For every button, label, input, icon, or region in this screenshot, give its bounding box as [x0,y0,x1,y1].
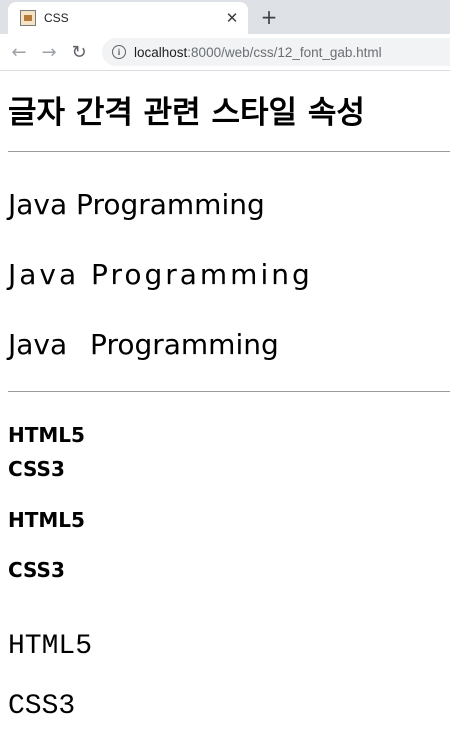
forward-button[interactable]: → [34,42,64,63]
new-tab-button[interactable]: + [255,5,283,31]
close-tab-icon[interactable]: ✕ [220,9,244,27]
url-text[interactable]: localhost:8000/web/css/12_font_gab.html [134,45,382,60]
browser-toolbar: ← → ↻ i localhost:8000/web/css/12_font_g… [0,34,450,71]
browser-tab[interactable]: CSS ✕ [8,2,248,34]
tab-title: CSS [44,11,69,25]
line-height-block: HTML5 CSS3 [8,418,450,486]
url-host: localhost [134,44,188,60]
info-icon[interactable]: i [112,45,126,59]
css3-text-tight: CSS3 [8,457,65,481]
favicon-icon [20,10,36,26]
divider-top [8,151,450,152]
tab-strip: CSS ✕ + [0,0,450,34]
java-line-letter-spacing: Java Programming [8,258,313,291]
reload-button[interactable]: ↻ [64,42,94,63]
css3-text-spaced: CSS3 [8,558,65,582]
java-line-word-spacing: Java Programming [8,328,279,361]
address-bar[interactable]: i localhost:8000/web/css/12_font_gab.htm… [102,38,450,66]
page-content: 글자 간격 관련 스타일 속성 Java Programming Java Pr… [0,93,450,722]
java-line-normal: Java Programming [8,188,265,221]
css3-text-mono: CSS3 [8,691,76,722]
back-button[interactable]: ← [4,42,34,63]
url-path: :8000/web/css/12_font_gab.html [187,44,382,60]
html5-text-tight: HTML5 [8,423,85,447]
page-title: 글자 간격 관련 스타일 속성 [8,95,365,131]
html5-text-spaced: HTML5 [8,508,85,532]
html5-text-mono: HTML5 [8,631,93,662]
divider-middle [8,391,450,392]
